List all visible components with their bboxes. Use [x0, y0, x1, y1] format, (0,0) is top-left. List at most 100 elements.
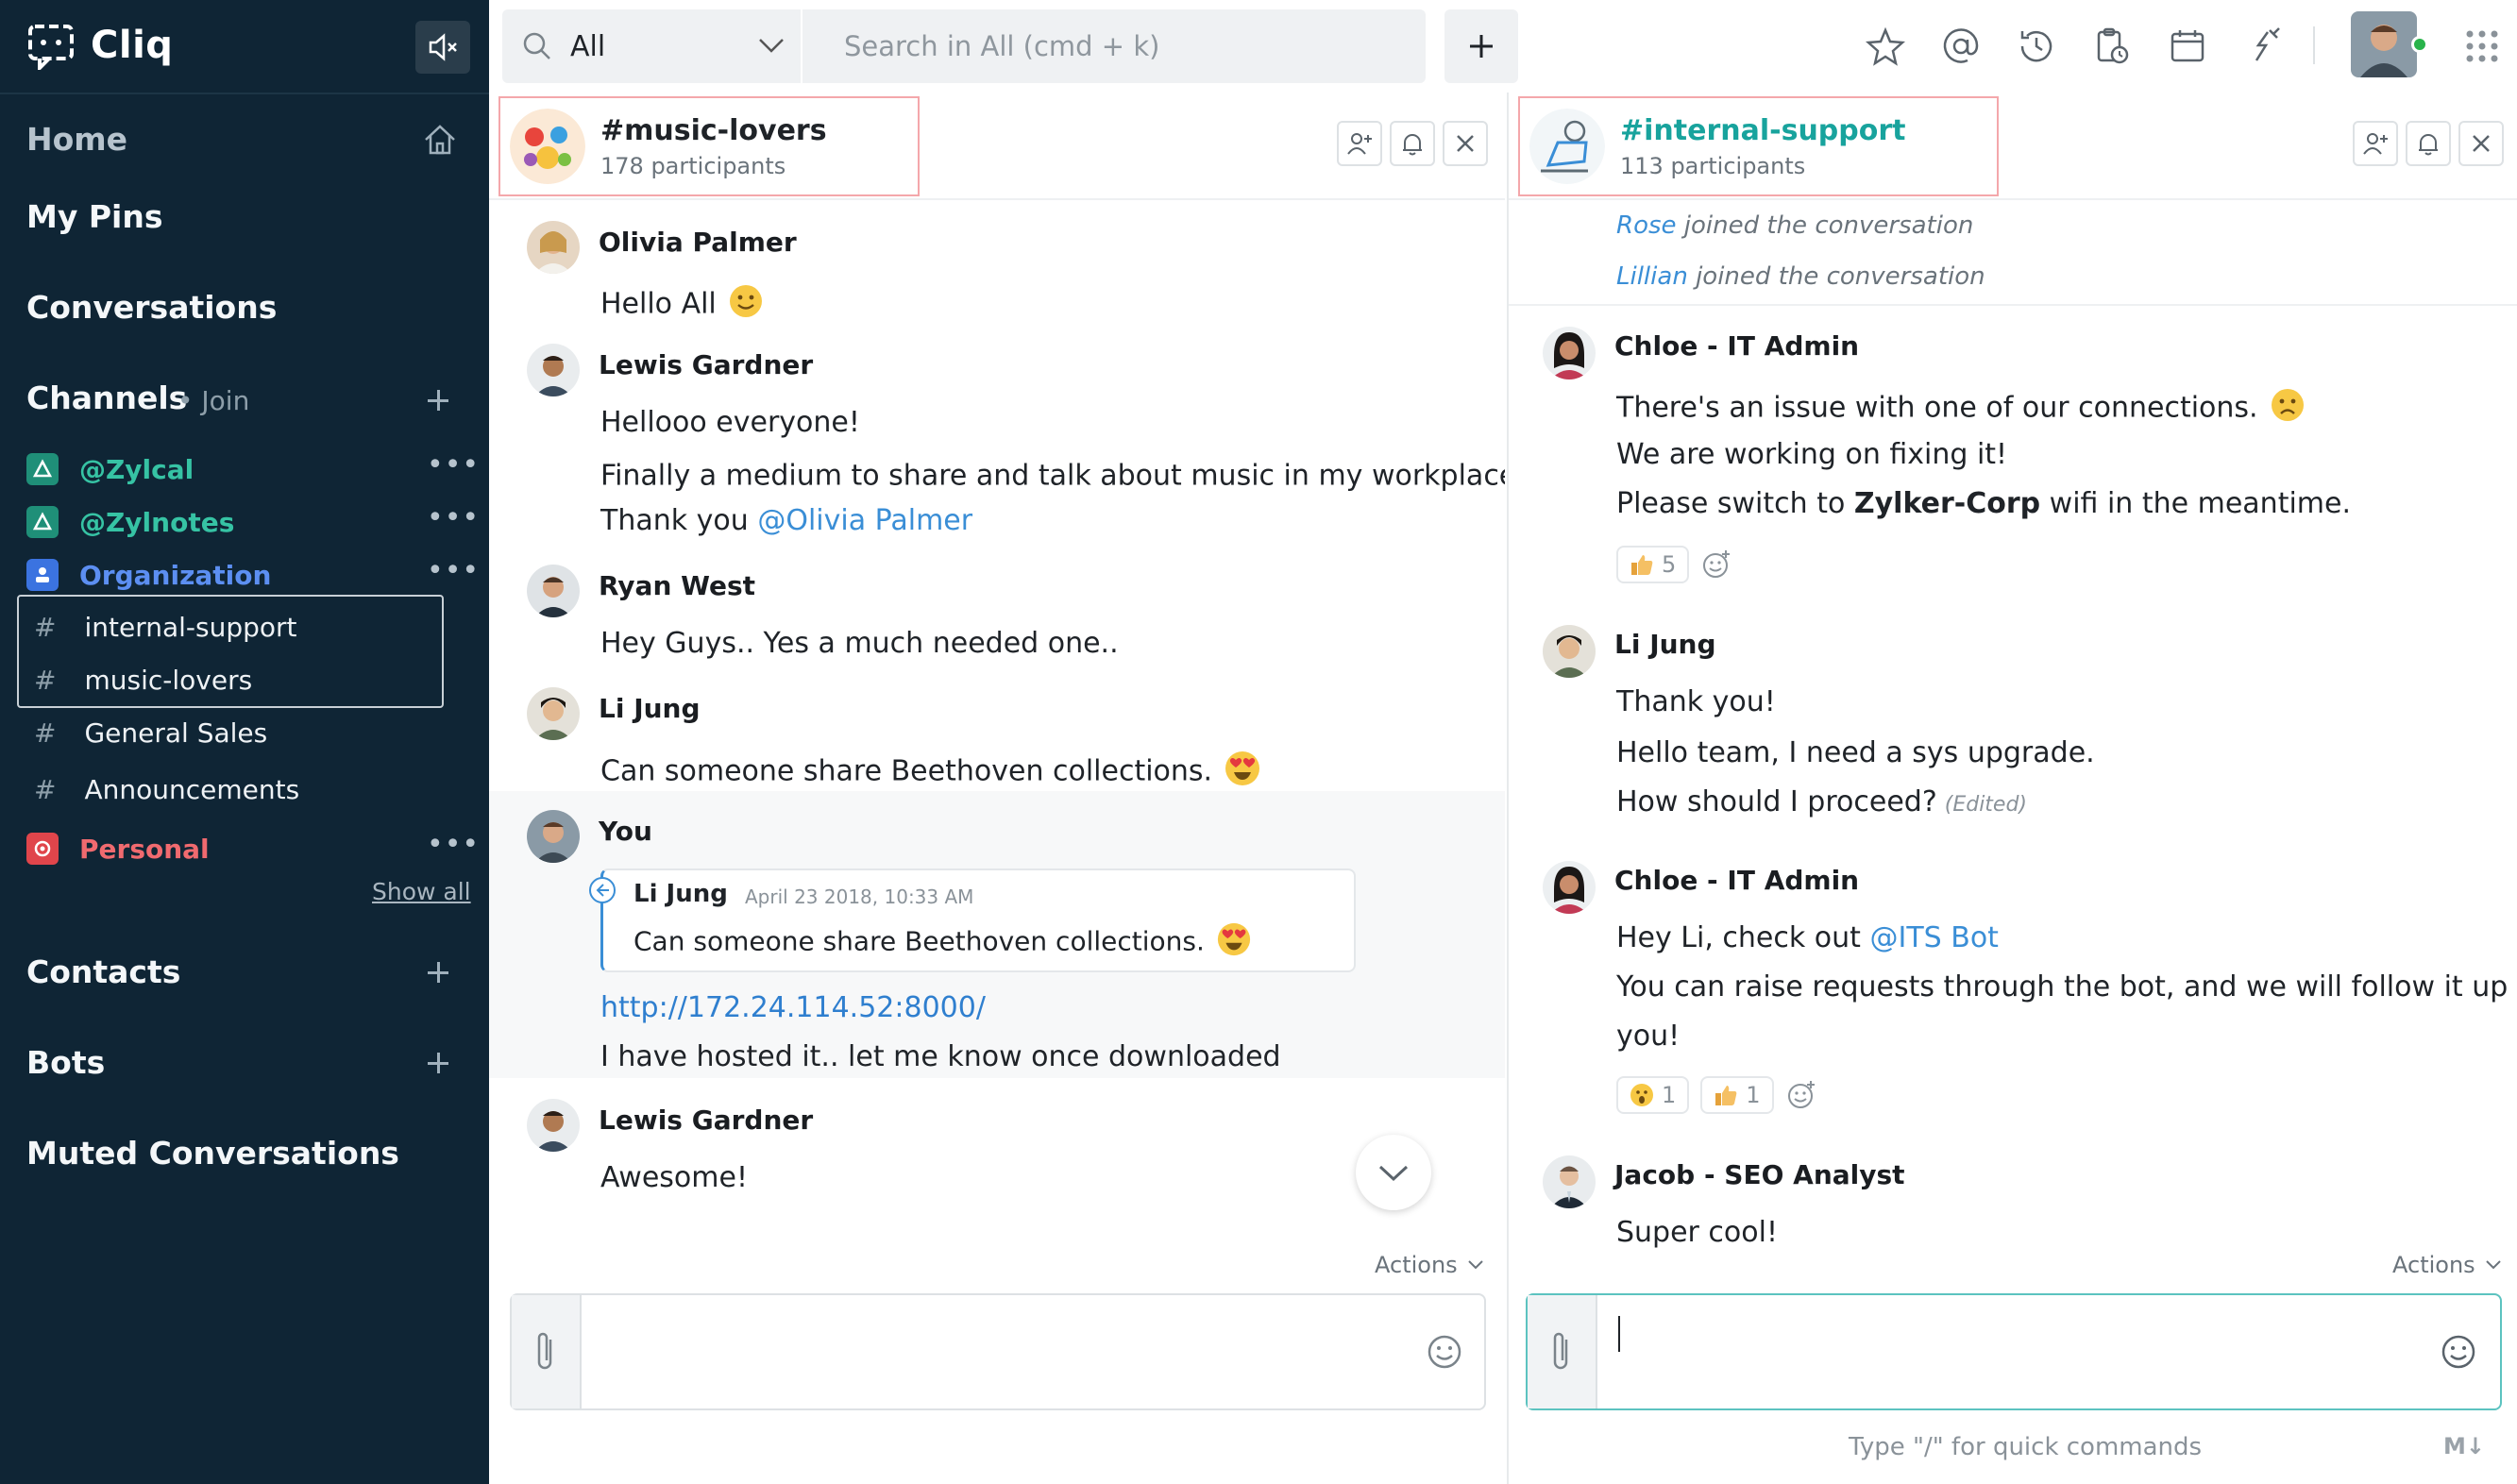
add-participant-button[interactable]	[2353, 121, 2398, 166]
system-user-link[interactable]: Lillian	[1616, 262, 1688, 291]
user-avatar[interactable]	[2351, 11, 2417, 77]
home-icon[interactable]	[421, 121, 459, 159]
scroll-to-bottom-button[interactable]	[1356, 1135, 1431, 1210]
user-mention-link[interactable]: @Olivia Palmer	[757, 504, 972, 537]
attach-button[interactable]	[1528, 1295, 1597, 1408]
close-chat-button[interactable]	[1443, 121, 1488, 166]
add-contact-button[interactable]	[423, 957, 453, 987]
reaction-thumbs-up[interactable]: 5	[1616, 546, 1690, 583]
hash-icon: #	[34, 612, 57, 643]
avatar[interactable]	[527, 565, 580, 617]
org-zylcal-more-icon[interactable]: •••	[427, 451, 480, 480]
notifications-button[interactable]	[1390, 121, 1435, 166]
sender-name[interactable]: Jacob - SEO Analyst	[1614, 1159, 1905, 1190]
search-input[interactable]	[844, 30, 1392, 62]
sender-name[interactable]: Lewis Gardner	[599, 349, 813, 380]
avatar[interactable]	[527, 344, 580, 396]
reaction-surprised[interactable]: 1	[1616, 1076, 1690, 1114]
search-scope-dropdown[interactable]: All	[502, 9, 801, 83]
sidebar-channel-music-lovers[interactable]: # music-lovers	[34, 665, 252, 696]
sidebar-channel-announcements[interactable]: # Announcements	[34, 774, 299, 805]
avatar[interactable]	[527, 221, 580, 274]
add-bot-button[interactable]	[423, 1048, 453, 1078]
bot-mention-link[interactable]: @ITS Bot	[1869, 921, 1998, 954]
sender-name[interactable]: You	[599, 816, 652, 847]
avatar[interactable]	[1543, 625, 1596, 678]
add-participant-button[interactable]	[1337, 121, 1382, 166]
message-input[interactable]	[1614, 1312, 2370, 1388]
sender-name[interactable]: Li Jung	[1614, 629, 1716, 660]
sender-name[interactable]: Ryan West	[599, 570, 755, 601]
org-organization-more-icon[interactable]: •••	[427, 557, 480, 585]
hash-icon: #	[34, 717, 57, 749]
channel-title-block[interactable]: #internal-support 113 participants	[1518, 96, 1999, 196]
mute-button[interactable]	[415, 21, 470, 74]
actions-menu[interactable]: Actions	[1375, 1252, 1484, 1278]
avatar[interactable]	[527, 810, 580, 863]
close-chat-button[interactable]	[2458, 121, 2504, 166]
avatar[interactable]	[527, 687, 580, 740]
sidebar-item-muted[interactable]: Muted Conversations	[26, 1135, 399, 1172]
mention-icon[interactable]	[1939, 25, 1983, 68]
sidebar-channel-general-sales[interactable]: # General Sales	[34, 717, 267, 749]
quoted-timestamp: April 23 2018, 10:33 AM	[745, 885, 974, 908]
message-text-span: Finally a medium to share and talk about…	[600, 459, 1505, 493]
sidebar-item-channels[interactable]: Channels	[26, 379, 187, 416]
channel-title-block[interactable]: #music-lovers 178 participants	[498, 96, 920, 196]
avatar[interactable]	[1543, 327, 1596, 379]
message-text: Hellooo everyone!	[600, 406, 860, 439]
actions-menu[interactable]: Actions	[2392, 1252, 2502, 1278]
message-text-span: There's an issue with one of our connect…	[1616, 391, 2258, 425]
sidebar-item-conversations[interactable]: Conversations	[26, 289, 277, 326]
org-icon	[26, 833, 59, 865]
avatar[interactable]	[527, 1099, 580, 1152]
integrations-plug-icon[interactable]	[2241, 25, 2285, 68]
search-field[interactable]	[802, 9, 1426, 83]
channel-label: General Sales	[84, 717, 268, 749]
app-logo[interactable]: Cliq	[26, 21, 173, 70]
history-icon[interactable]	[2015, 25, 2058, 68]
quoted-message[interactable]: Li Jung April 23 2018, 10:33 AM Can some…	[589, 868, 1356, 972]
message-input[interactable]	[599, 1312, 1354, 1388]
quoted-sender: Li Jung	[633, 880, 728, 908]
channels-join-link[interactable]: • Join	[177, 385, 249, 416]
avatar[interactable]	[1543, 1155, 1596, 1208]
message-link[interactable]: http://172.24.114.52:8000/	[600, 991, 986, 1024]
calendar-icon[interactable]	[2166, 25, 2209, 68]
org-zylnotes-more-icon[interactable]: •••	[427, 504, 480, 532]
sidebar-org-zylnotes[interactable]: @Zylnotes	[26, 506, 234, 538]
add-channel-button[interactable]	[423, 385, 453, 415]
markdown-icon[interactable]: M↓	[2443, 1433, 2485, 1459]
avatar[interactable]	[1543, 861, 1596, 914]
add-reaction-icon[interactable]	[1785, 1079, 1817, 1111]
sender-name[interactable]: Lewis Gardner	[599, 1105, 813, 1136]
org-personal-more-icon[interactable]: •••	[427, 831, 480, 859]
sidebar-org-personal[interactable]: Personal	[26, 833, 210, 865]
reminders-icon[interactable]	[2090, 25, 2134, 68]
attach-button[interactable]	[512, 1295, 582, 1408]
star-icon[interactable]	[1864, 25, 1907, 68]
notifications-button[interactable]	[2406, 121, 2451, 166]
apps-grid-icon[interactable]	[2464, 28, 2500, 64]
sidebar-item-home[interactable]: Home	[26, 121, 127, 158]
sender-name[interactable]: Chloe - IT Admin	[1614, 330, 1859, 362]
sender-name[interactable]: Chloe - IT Admin	[1614, 865, 1859, 896]
sidebar-item-bots[interactable]: Bots	[26, 1044, 105, 1081]
sender-name[interactable]: Li Jung	[599, 693, 701, 724]
reaction-thumbs-up[interactable]: 1	[1700, 1076, 1774, 1114]
close-icon	[2473, 135, 2490, 152]
sidebar-org-zylcal[interactable]: @Zylcal	[26, 453, 194, 485]
system-user-link[interactable]: Rose	[1616, 211, 1677, 240]
sidebar-channel-internal-support[interactable]: # internal-support	[34, 612, 297, 643]
new-item-button[interactable]	[1444, 9, 1518, 83]
sidebar-org-organization[interactable]: Organization	[26, 559, 271, 591]
sidebar-item-contacts[interactable]: Contacts	[26, 953, 180, 990]
sender-name[interactable]: Olivia Palmer	[599, 227, 797, 258]
sidebar-item-pins[interactable]: My Pins	[26, 198, 162, 235]
sidebar: Cliq Home My Pins Conversations Channels…	[0, 0, 489, 1484]
emoji-picker-icon[interactable]	[2440, 1333, 2477, 1371]
participant-count: 113 participants	[1620, 152, 1806, 179]
emoji-picker-icon[interactable]	[1426, 1333, 1463, 1371]
add-reaction-icon[interactable]	[1700, 548, 1732, 581]
show-all-link[interactable]: Show all	[372, 878, 471, 905]
